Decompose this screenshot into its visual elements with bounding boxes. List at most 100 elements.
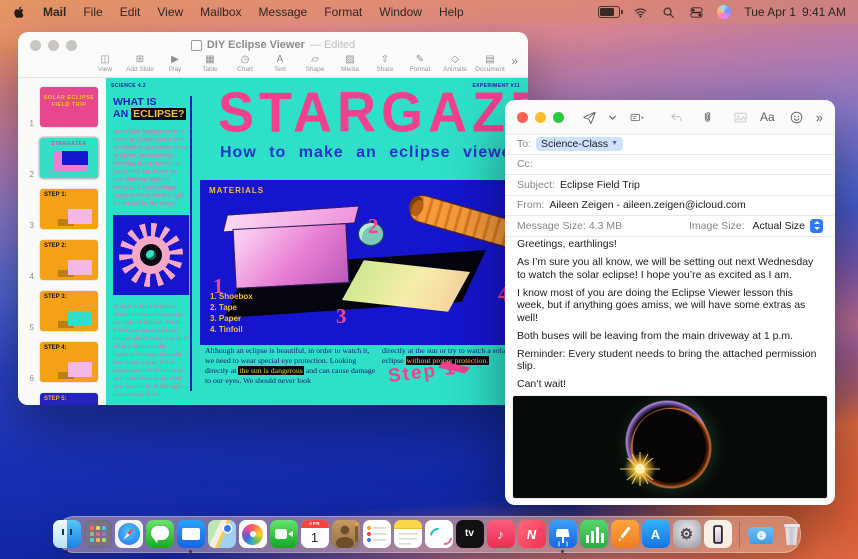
battery-icon[interactable] (598, 6, 620, 18)
slide-thumbnail-2[interactable]: STARGAZER (38, 136, 100, 180)
keynote-window-title: DIY Eclipse Viewer — Edited (191, 39, 355, 51)
tool-label: Format (410, 66, 431, 73)
dock-item-calendar[interactable] (301, 519, 329, 550)
dock-item-maps[interactable] (208, 519, 236, 550)
dock-item-trash[interactable] (778, 519, 806, 550)
send-button[interactable] (582, 110, 597, 125)
stepper-icon[interactable] (810, 219, 823, 233)
menu-item-file[interactable]: File (83, 5, 102, 19)
menu-item-help[interactable]: Help (439, 5, 464, 19)
menu-item-view[interactable]: View (157, 5, 183, 19)
keynote-tool-add-slide[interactable]: ⊞Add Slide (125, 54, 155, 73)
image-size-control[interactable]: Image Size: Actual Size (689, 219, 823, 233)
dock-item-settings[interactable]: ⚙ (673, 519, 701, 550)
zoom-button[interactable] (553, 112, 564, 123)
dock-item-pages[interactable] (611, 519, 639, 550)
dock-item-appstore[interactable]: A (642, 519, 670, 550)
cc-field[interactable]: Cc: (505, 155, 835, 176)
dock-item-numbers[interactable] (580, 519, 608, 550)
dock-item-downloads[interactable] (747, 519, 775, 550)
headline-highlight: ECLIPSE? (131, 108, 186, 120)
keynote-tool-view[interactable]: ◫View (90, 54, 120, 73)
materials-item: 4. Tinfoil (210, 324, 253, 335)
slide-thumbnail-1[interactable]: SOLAR ECLIPSE FIELD TRIP (38, 85, 100, 129)
dock-item-contacts[interactable] (332, 519, 360, 550)
slide-thumbnail-6[interactable]: STEP 4: (38, 340, 100, 384)
keynote-tool-chart[interactable]: ◷Chart (230, 54, 260, 73)
subject-value[interactable]: Eclipse Field Trip (560, 179, 640, 191)
menu-item-window[interactable]: Window (379, 5, 422, 19)
subject-field[interactable]: Subject: Eclipse Field Trip (505, 175, 835, 196)
dock-item-keynote[interactable] (549, 519, 577, 550)
toolbar-overflow-icon[interactable]: » (511, 54, 518, 68)
keynote-tool-table[interactable]: ▦Table (195, 54, 225, 73)
menu-item-message[interactable]: Message (259, 5, 308, 19)
mail-header-fields: To: Science-Class ▼ Cc: Subject: Eclipse… (505, 134, 835, 237)
slide-thumbnail-7[interactable]: STEP 5: (38, 391, 100, 405)
search-icon[interactable] (661, 5, 676, 20)
control-center-icon[interactable] (689, 5, 704, 20)
dock-item-music[interactable]: ♪ (487, 519, 515, 550)
zoom-button[interactable] (66, 40, 77, 51)
dock-item-notes[interactable] (394, 519, 422, 550)
slide-thumbnail-3[interactable]: STEP 1: (38, 187, 100, 231)
dock-item-reminders[interactable] (363, 519, 391, 550)
keynote-tool-media[interactable]: ▨Media (335, 54, 365, 73)
mail-window-controls[interactable] (517, 112, 564, 123)
keynote-tool-share[interactable]: ⇧Share (370, 54, 400, 73)
shape-icon: ▱ (311, 54, 319, 65)
slide-thumbnail-4[interactable]: STEP 2: (38, 238, 100, 282)
dock-item-news[interactable]: N (518, 519, 546, 550)
image-size-value[interactable]: Actual Size (752, 220, 805, 232)
menu-bar: Mail File Edit View Mailbox Message Format Win… (0, 0, 858, 24)
keynote-tool-animate[interactable]: ◇Animate (440, 54, 470, 73)
siri-icon[interactable] (717, 5, 731, 19)
keynote-window-controls[interactable] (30, 40, 77, 51)
mail-toolbar: Aa » (505, 100, 835, 135)
dock-item-appletv[interactable] (456, 519, 484, 550)
apple-menu-icon[interactable] (12, 5, 26, 20)
keynote-tool-shape[interactable]: ▱Shape (300, 54, 330, 73)
emoji-button[interactable] (789, 110, 804, 125)
running-indicator (561, 550, 564, 553)
dock-item-mail[interactable] (177, 519, 205, 550)
format-button[interactable]: Aa (760, 110, 775, 124)
send-options-button[interactable] (605, 110, 620, 125)
dock-item-finder[interactable] (53, 519, 81, 550)
slide-thumbnail-5[interactable]: STEP 3: (38, 289, 100, 333)
dock-item-photos[interactable] (239, 519, 267, 550)
attach-button[interactable] (700, 110, 715, 125)
keynote-tool-play[interactable]: ▶Play (160, 54, 190, 73)
menu-clock[interactable]: Tue Apr 1 9:41 AM (744, 5, 846, 19)
recipient-token[interactable]: Science-Class ▼ (536, 137, 623, 151)
dock-item-facetime[interactable] (270, 519, 298, 550)
keynote-titlebar: DIY Eclipse Viewer — Edited (18, 32, 528, 52)
header-fields-button[interactable] (630, 110, 645, 125)
more-button[interactable]: » (816, 110, 823, 125)
dock-item-safari[interactable] (115, 519, 143, 550)
menu-item-mailbox[interactable]: Mailbox (200, 5, 241, 19)
photos-icon (239, 520, 267, 548)
close-button[interactable] (517, 112, 528, 123)
from-field[interactable]: From: Aileen Zeigen - aileen.zeigen@iclo… (505, 196, 835, 217)
menu-app-name[interactable]: Mail (43, 5, 66, 19)
dock-item-iphone-mirroring[interactable] (704, 519, 732, 550)
slide-headline: WHAT IS AN ECLIPSE? (113, 96, 189, 120)
to-field[interactable]: To: Science-Class ▼ (505, 134, 835, 155)
dock-item-messages[interactable] (146, 519, 174, 550)
music-glyph: ♪ (487, 520, 515, 548)
menu-item-format[interactable]: Format (324, 5, 362, 19)
minimize-button[interactable] (535, 112, 546, 123)
from-value[interactable]: Aileen Zeigen - aileen.zeigen@icloud.com (549, 199, 745, 211)
slide-thumbnail-label: SOLAR ECLIPSE FIELD TRIP (40, 87, 98, 109)
dock-item-launchpad[interactable] (84, 519, 112, 550)
close-button[interactable] (30, 40, 41, 51)
menu-item-edit[interactable]: Edit (120, 5, 141, 19)
keynote-tool-document[interactable]: ▤Document (475, 54, 505, 73)
keynote-tool-format[interactable]: ✎Format (405, 54, 435, 73)
eclipse-photo-attachment[interactable] (513, 396, 827, 498)
minimize-button[interactable] (48, 40, 59, 51)
dock-item-freeform[interactable] (425, 519, 453, 550)
keynote-tool-text[interactable]: AText (265, 54, 295, 73)
wifi-icon[interactable] (633, 5, 648, 20)
